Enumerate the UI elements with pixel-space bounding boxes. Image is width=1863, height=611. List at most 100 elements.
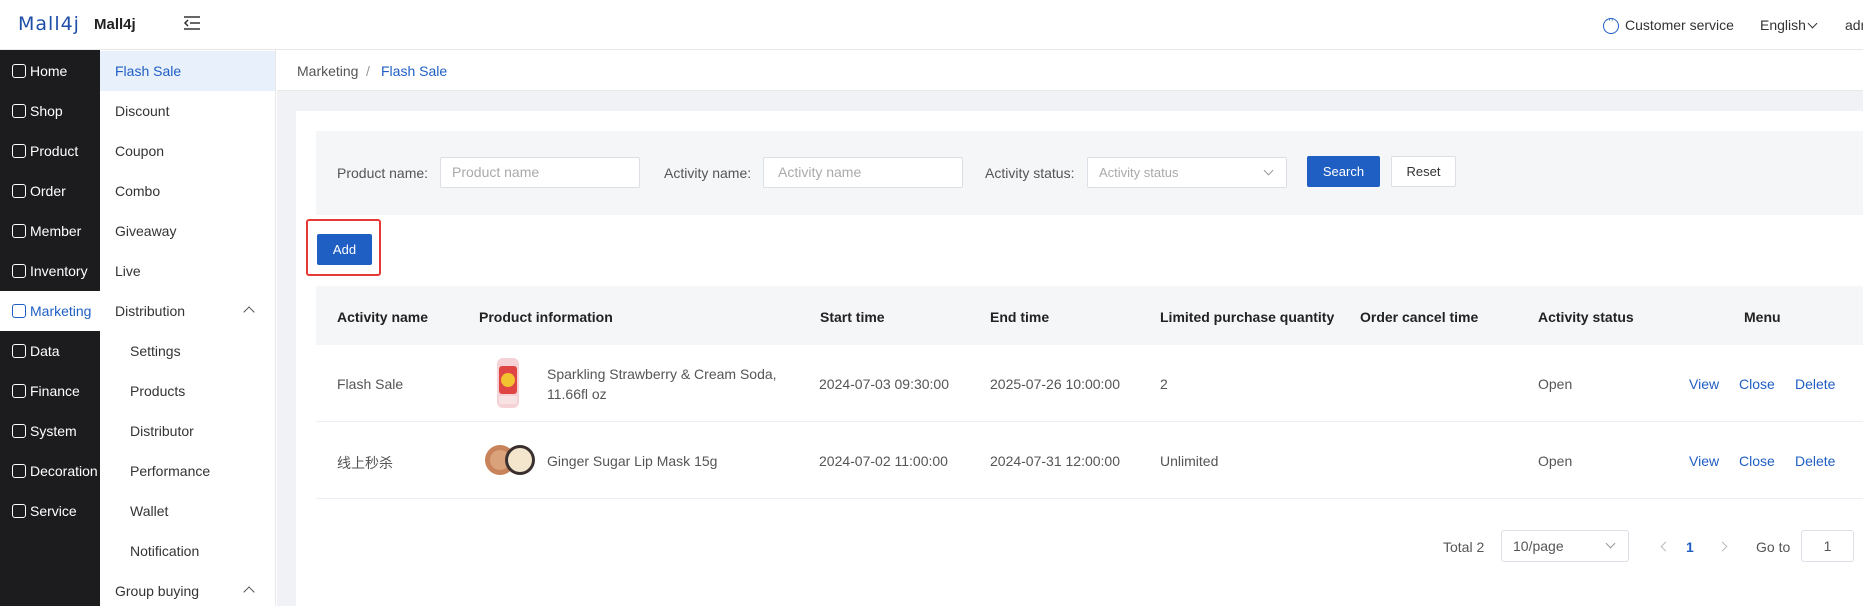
goto-label: Go to <box>1756 539 1791 555</box>
close-link[interactable]: Close <box>1739 376 1775 392</box>
activity-status-select[interactable]: Activity status <box>1087 157 1287 188</box>
chevron-down-icon <box>1807 18 1818 29</box>
submenu-item-live[interactable]: Live <box>100 251 275 291</box>
top-header: Mall4j Mall4j Customer service English a… <box>0 0 1863 50</box>
start-time-cell: 2024-07-03 09:30:00 <box>819 376 949 392</box>
column-header: Activity name <box>337 309 429 325</box>
sidebar-item-label: Service <box>30 503 77 519</box>
highlight-box <box>306 219 381 276</box>
sidebar-item-label: System <box>30 423 77 439</box>
activity-name-cell: 线上秒杀 <box>337 455 393 471</box>
product-name-line: 11.66fl oz <box>547 386 607 402</box>
shop-icon <box>12 104 26 118</box>
customer-service-icon[interactable] <box>1603 14 1619 34</box>
sidebar-item-order[interactable]: Order <box>0 171 100 211</box>
sidebar-item-member[interactable]: Member <box>0 211 100 251</box>
sidebar-item-label: Member <box>30 223 82 239</box>
page-number-current[interactable]: 1 <box>1686 539 1694 555</box>
view-link[interactable]: View <box>1689 376 1719 392</box>
start-time-cell: 2024-07-02 11:00:00 <box>819 453 948 469</box>
product-name-line: Sparkling Strawberry & Cream Soda, <box>547 366 777 382</box>
submenu-item-products[interactable]: Products <box>100 371 275 411</box>
breadcrumb-parent[interactable]: Marketing <box>297 63 358 79</box>
view-link[interactable]: View <box>1689 453 1719 469</box>
submenu-item-notification[interactable]: Notification <box>100 531 275 571</box>
sidebar-item-system[interactable]: System <box>0 411 100 451</box>
page-size-value: 10/page <box>1513 538 1564 554</box>
activity-name-input[interactable]: Activity name <box>763 157 963 188</box>
sidebar-item-decoration[interactable]: Decoration <box>0 451 100 491</box>
breadcrumb <box>277 51 1863 91</box>
inventory-icon <box>12 264 26 278</box>
submenu-item-giveaway[interactable]: Giveaway <box>100 211 275 251</box>
submenu-item-combo[interactable]: Combo <box>100 171 275 211</box>
chevron-down-icon <box>1605 538 1616 549</box>
page-size-select[interactable]: 10/page <box>1501 530 1629 562</box>
submenu-item-label: Group buying <box>115 583 200 599</box>
sidebar-item-shop[interactable]: Shop <box>0 91 100 131</box>
submenu-item-performance[interactable]: Performance <box>100 451 275 491</box>
column-header: Product information <box>479 309 613 325</box>
goto-page-input[interactable]: 1 <box>1801 530 1854 562</box>
end-time-cell: 2024-07-31 12:00:00 <box>990 453 1120 469</box>
pagination-total: Total 2 <box>1443 539 1485 555</box>
sidebar-item-finance[interactable]: Finance <box>0 371 100 411</box>
limit-cell: 2 <box>1160 376 1168 392</box>
delete-link[interactable]: Delete <box>1795 453 1835 469</box>
finance-icon <box>12 384 26 398</box>
activity-status-label: Activity status: <box>985 165 1075 181</box>
sidebar-item-label: Order <box>30 183 66 199</box>
member-icon <box>12 224 26 238</box>
sidebar-item-label: Marketing <box>30 303 92 319</box>
column-header: Menu <box>1744 309 1781 325</box>
sidebar-item-label: Data <box>30 343 60 359</box>
submenu-item-settings[interactable]: Settings <box>100 331 275 371</box>
sidebar-item-home[interactable]: Home <box>0 51 100 91</box>
chevron-down-icon <box>1263 165 1274 176</box>
submenu-item-distribution[interactable]: Distribution <box>100 291 275 331</box>
brand-name: Mall4j <box>94 16 136 33</box>
delete-link[interactable]: Delete <box>1795 376 1835 392</box>
sidebar-item-label: Decoration <box>30 463 98 479</box>
submenu-item-distributor[interactable]: Distributor <box>100 411 275 451</box>
product-thumbnail <box>485 445 535 475</box>
menu-fold-icon[interactable] <box>183 15 201 31</box>
submenu-item-wallet[interactable]: Wallet <box>100 491 275 531</box>
sidebar-item-label: Inventory <box>30 263 88 279</box>
sidebar-item-data[interactable]: Data <box>0 331 100 371</box>
sidebar-item-service[interactable]: Service <box>0 491 100 531</box>
column-header: Start time <box>820 309 885 325</box>
product-thumbnail <box>497 358 519 408</box>
product-name-input[interactable]: Product name <box>440 157 640 188</box>
service-icon <box>12 504 26 518</box>
activity-name-cell: Flash Sale <box>337 376 404 392</box>
order-icon <box>12 184 26 198</box>
status-cell: Open <box>1538 453 1573 469</box>
activity-name-label: Activity name: <box>664 165 752 181</box>
customer-service-link[interactable]: Customer service <box>1625 17 1734 33</box>
user-name[interactable]: admin <box>1845 17 1863 33</box>
sidebar-item-label: Shop <box>30 103 63 119</box>
column-header: Limited purchase quantity <box>1160 309 1335 325</box>
close-link[interactable]: Close <box>1739 453 1775 469</box>
data-icon <box>12 344 26 358</box>
sidebar-item-inventory[interactable]: Inventory <box>0 251 100 291</box>
submenu-item-flash-sale[interactable]: Flash Sale <box>100 51 275 91</box>
sidebar-item-label: Home <box>30 63 68 79</box>
submenu-item-group-buying[interactable]: Group buying <box>100 571 275 611</box>
sidebar-item-label: Finance <box>30 383 80 399</box>
sidebar-item-product[interactable]: Product <box>0 131 100 171</box>
search-button[interactable]: Search <box>1307 156 1380 187</box>
sidebar-item-label: Product <box>30 143 79 159</box>
chevron-up-icon <box>243 586 255 598</box>
breadcrumb-current: Flash Sale <box>381 63 448 79</box>
home-icon <box>12 64 26 78</box>
language-select[interactable]: English <box>1760 17 1806 33</box>
submenu-item-coupon[interactable]: Coupon <box>100 131 275 171</box>
product-name-line: Ginger Sugar Lip Mask 15g <box>547 453 718 469</box>
submenu-item-discount[interactable]: Discount <box>100 91 275 131</box>
logo: Mall4j <box>18 13 80 35</box>
breadcrumb-separator: / <box>366 63 370 79</box>
sidebar-item-marketing[interactable]: Marketing <box>0 291 100 331</box>
reset-button[interactable]: Reset <box>1391 156 1456 187</box>
